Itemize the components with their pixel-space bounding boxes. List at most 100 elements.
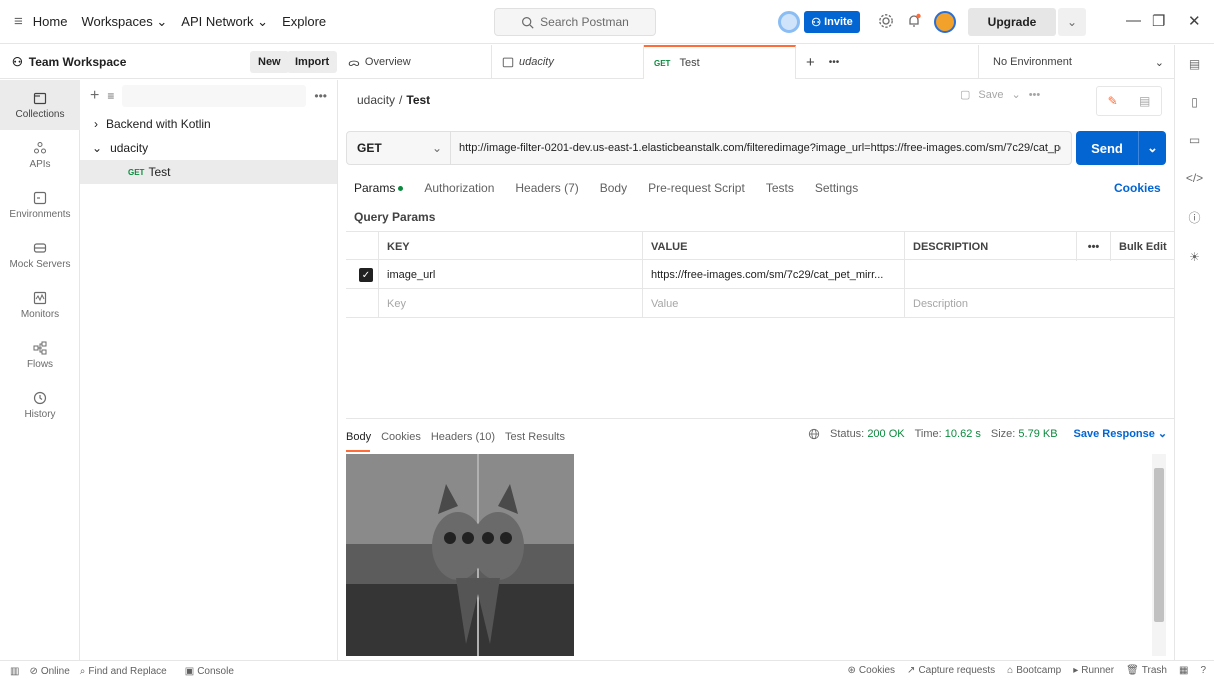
upgrade-dropdown-icon[interactable]: ⌄	[1058, 8, 1086, 36]
restore-window-icon[interactable]: ❐	[1152, 12, 1165, 30]
comments-icon[interactable]: ▭	[1189, 133, 1200, 147]
tab-tests[interactable]: Tests	[766, 181, 794, 195]
upgrade-button[interactable]: Upgrade	[968, 8, 1056, 36]
time-info[interactable]: Time: 10.62 s	[915, 428, 981, 440]
help-icon[interactable]: ?	[1200, 665, 1206, 676]
nav-workspaces[interactable]: Workspaces ⌄	[81, 14, 167, 30]
globe-icon[interactable]	[808, 428, 820, 440]
online-status[interactable]: ⊘ Online	[29, 666, 69, 677]
tab-test[interactable]: GET Test	[644, 45, 796, 79]
search-bar[interactable]: Search Postman	[494, 8, 656, 36]
capture-requests-button[interactable]: ↗ Capture requests	[907, 665, 995, 676]
param-checkbox[interactable]: ✓	[359, 268, 373, 282]
info-icon[interactable]: ⓘ	[1188, 209, 1200, 226]
sidebar-item-history[interactable]: History	[0, 380, 80, 430]
two-pane-icon[interactable]: ▦	[1179, 665, 1188, 676]
environment-label: No Environment	[993, 56, 1072, 68]
add-collection-icon[interactable]: +	[90, 87, 99, 105]
sidebar-item-mock-servers[interactable]: Mock Servers	[0, 230, 80, 280]
import-button[interactable]: Import	[287, 51, 338, 73]
trash-button[interactable]: 🗑 Trash	[1126, 665, 1167, 676]
find-replace-button[interactable]: ⌕ Find and Replace	[80, 666, 167, 677]
method-selector[interactable]: GET ⌄	[347, 132, 451, 164]
tree-filter-input[interactable]	[122, 85, 307, 107]
comment-icon[interactable]: ▤	[1139, 94, 1150, 108]
nav-api-network-label: API Network	[181, 13, 254, 29]
save-button[interactable]: Save	[978, 89, 1003, 101]
tab-authorization[interactable]: Authorization	[424, 181, 494, 195]
code-icon[interactable]: </>	[1186, 171, 1203, 185]
more-options-icon[interactable]: •••	[314, 89, 327, 103]
workspace-name[interactable]: Team Workspace	[29, 55, 127, 69]
breadcrumb-request[interactable]: Test	[406, 93, 430, 107]
response-tab-body[interactable]: Body	[346, 431, 371, 452]
hamburger-menu-icon[interactable]: ≡	[14, 13, 23, 30]
filter-icon[interactable]: ≡	[107, 89, 114, 103]
response-tab-test-results[interactable]: Test Results	[505, 431, 565, 443]
sidebar-item-apis[interactable]: APIs	[0, 130, 80, 180]
new-tab-icon[interactable]: +	[806, 54, 815, 71]
more-tabs-icon[interactable]: •••	[829, 57, 840, 68]
lightbulb-icon[interactable]: ☀	[1189, 250, 1200, 264]
runner-label: Runner	[1081, 665, 1115, 676]
runner-button[interactable]: ▸ Runner	[1073, 665, 1114, 676]
chevron-down-icon[interactable]: ⌄	[1011, 88, 1020, 101]
more-options-icon[interactable]: •••	[1029, 89, 1041, 101]
bootcamp-icon: ⌂	[1007, 665, 1014, 676]
collections-icon	[33, 92, 47, 104]
pencil-icon[interactable]: ✎	[1108, 94, 1118, 108]
tab-params[interactable]: Params	[354, 181, 404, 195]
cookies-link[interactable]: Cookies	[1114, 181, 1161, 195]
environment-selector[interactable]: No Environment ⌄	[978, 45, 1174, 79]
status-info[interactable]: Status: 200 OK	[830, 428, 905, 440]
chevron-down-icon: ⌄	[431, 141, 442, 155]
tab-overview[interactable]: ᯅ Overview	[338, 45, 492, 79]
breadcrumb-collection[interactable]: udacity	[357, 93, 395, 107]
sidebar-item-monitors[interactable]: Monitors	[0, 280, 80, 330]
param-value-cell[interactable]: https://free-images.com/sm/7c29/cat_pet_…	[642, 260, 904, 289]
settings-gear-icon[interactable]	[878, 13, 894, 29]
response-tab-cookies[interactable]: Cookies	[381, 431, 421, 443]
tree-item-udacity[interactable]: ⌄ udacity	[80, 136, 337, 160]
new-button[interactable]: New	[250, 51, 289, 73]
close-window-icon[interactable]: ✕	[1188, 12, 1201, 30]
bulk-edit-button[interactable]: Bulk Edit	[1110, 232, 1174, 261]
toggle-sidebar-icon[interactable]: ▥	[10, 666, 19, 677]
nav-explore[interactable]: Explore	[282, 14, 326, 29]
invite-button[interactable]: ⚇ Invite	[804, 11, 860, 33]
param-key-cell[interactable]: image_url	[378, 260, 642, 289]
cookies-button[interactable]: ⊛ Cookies	[848, 665, 896, 676]
send-dropdown-icon[interactable]: ⌄	[1138, 131, 1166, 165]
scrollbar-thumb[interactable]	[1154, 468, 1164, 622]
sync-status-icon[interactable]	[778, 11, 800, 33]
response-tab-headers[interactable]: Headers (10)	[431, 431, 495, 443]
send-button[interactable]: Send ⌄	[1076, 131, 1166, 165]
tree-item-test-request[interactable]: GET Test	[80, 160, 337, 184]
more-options-icon[interactable]: •••	[1076, 232, 1110, 261]
nav-api-network[interactable]: API Network ⌄	[181, 14, 268, 30]
description-input[interactable]: Description	[904, 289, 1174, 318]
value-input[interactable]: Value	[642, 289, 904, 318]
user-avatar[interactable]	[934, 11, 956, 33]
tab-settings[interactable]: Settings	[815, 181, 858, 195]
save-response-button[interactable]: Save Response ⌄	[1074, 427, 1168, 440]
minimize-window-icon[interactable]: —	[1126, 12, 1141, 29]
nav-home[interactable]: Home	[33, 14, 68, 29]
url-input[interactable]: http://image-filter-0201-dev.us-east-1.e…	[451, 142, 1061, 154]
key-input[interactable]: Key	[378, 289, 642, 318]
sidebar-item-environments[interactable]: Environments	[0, 180, 80, 230]
tab-body[interactable]: Body	[600, 181, 627, 195]
size-info[interactable]: Size: 5.79 KB	[991, 428, 1058, 440]
tab-pre-request-script[interactable]: Pre-request Script	[648, 181, 745, 195]
tab-udacity[interactable]: udacity	[492, 45, 644, 79]
console-button[interactable]: ▣ Console	[185, 666, 234, 677]
tab-headers[interactable]: Headers (7)	[515, 181, 578, 195]
documentation-icon[interactable]: ▯	[1191, 95, 1198, 109]
bootcamp-button[interactable]: ⌂ Bootcamp	[1007, 665, 1061, 676]
notification-bell-icon[interactable]	[906, 13, 922, 29]
param-description-cell[interactable]	[904, 260, 1174, 289]
environment-quick-look-icon[interactable]: ▤	[1189, 57, 1200, 71]
sidebar-item-collections[interactable]: Collections	[0, 80, 80, 130]
sidebar-item-flows[interactable]: Flows	[0, 330, 80, 380]
tree-item-backend-with-kotlin[interactable]: › Backend with Kotlin	[80, 112, 337, 136]
